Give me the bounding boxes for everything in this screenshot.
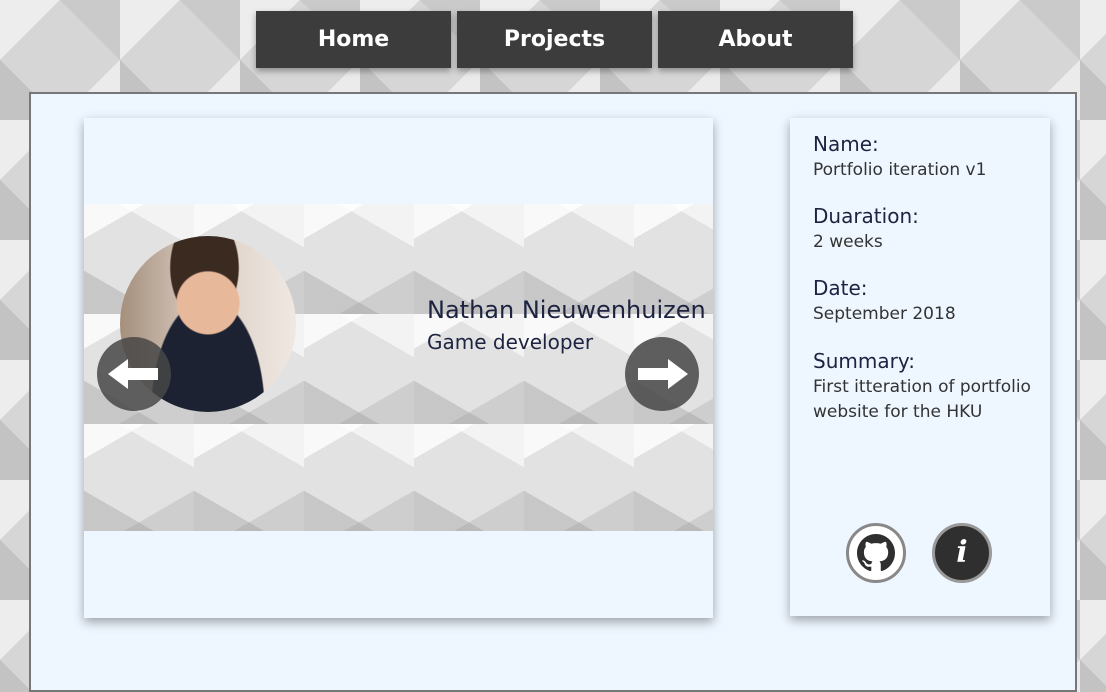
project-panel: Nathan Nieuwenhuizen Game developer Name… bbox=[29, 92, 1077, 692]
slide-person-name: Nathan Nieuwenhuizen bbox=[427, 296, 706, 324]
arrow-right-icon bbox=[638, 359, 688, 389]
nav-about-button[interactable]: About bbox=[658, 11, 853, 68]
field-date-value: September 2018 bbox=[813, 304, 956, 324]
info-button[interactable]: i bbox=[932, 523, 992, 583]
slider-next-button[interactable] bbox=[625, 337, 699, 411]
main-nav: Home Projects About bbox=[256, 11, 853, 68]
project-info-card: Name: Portfolio iteration v1 Duaration: … bbox=[790, 118, 1050, 616]
info-icon: i bbox=[956, 535, 968, 570]
slide-person-role: Game developer bbox=[427, 330, 594, 354]
field-duration: Duaration: 2 weeks bbox=[813, 204, 1033, 255]
arrow-left-icon bbox=[108, 359, 158, 389]
nav-home-button[interactable]: Home bbox=[256, 11, 451, 68]
project-slider: Nathan Nieuwenhuizen Game developer bbox=[84, 118, 713, 618]
github-icon bbox=[857, 534, 895, 572]
field-summary-value: First itteration of portfolio website fo… bbox=[813, 377, 1031, 422]
field-duration-value: 2 weeks bbox=[813, 232, 883, 252]
slider-prev-button[interactable] bbox=[97, 337, 171, 411]
field-duration-label: Duaration: bbox=[813, 204, 919, 228]
field-summary: Summary: First itteration of portfolio w… bbox=[813, 349, 1033, 425]
slide-image: Nathan Nieuwenhuizen Game developer bbox=[84, 204, 713, 531]
github-button[interactable] bbox=[846, 523, 906, 583]
field-name: Name: Portfolio iteration v1 bbox=[813, 132, 1033, 183]
nav-projects-button[interactable]: Projects bbox=[457, 11, 652, 68]
field-name-value: Portfolio iteration v1 bbox=[813, 160, 987, 180]
field-date-label: Date: bbox=[813, 276, 868, 300]
field-summary-label: Summary: bbox=[813, 349, 915, 373]
field-name-label: Name: bbox=[813, 132, 879, 156]
field-date: Date: September 2018 bbox=[813, 276, 1033, 327]
